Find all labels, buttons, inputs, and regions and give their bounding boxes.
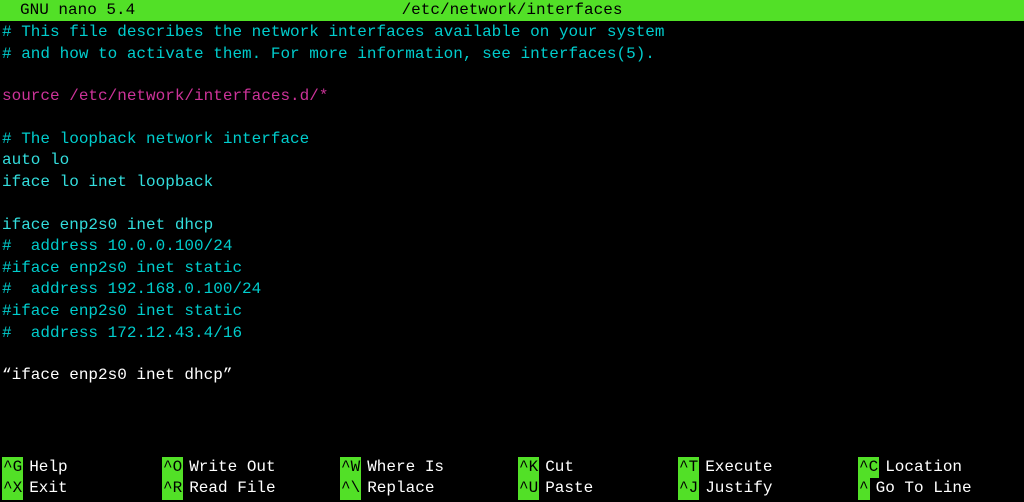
file-line: iface enp2s0 inet dhcp (2, 215, 1024, 237)
file-line: iface lo inet loopback (2, 172, 1024, 194)
shortcut-key: ^W (340, 457, 361, 479)
shortcut-replace[interactable]: ^\Replace (340, 478, 518, 500)
shortcut-key: ^ (858, 478, 870, 500)
file-line: # and how to activate them. For more inf… (2, 44, 1024, 66)
shortcut-label: Paste (539, 478, 593, 500)
shortcut-label: Help (23, 457, 67, 479)
file-line: # This file describes the network interf… (2, 22, 1024, 44)
shortcut-write-out[interactable]: ^OWrite Out (162, 457, 340, 479)
editor-content[interactable]: # This file describes the network interf… (0, 21, 1024, 387)
file-line: # address 10.0.0.100/24 (2, 236, 1024, 258)
shortcut-exit[interactable]: ^XExit (2, 478, 162, 500)
shortcut-paste[interactable]: ^UPaste (518, 478, 678, 500)
shortcut-key: ^X (2, 478, 23, 500)
shortcut-key: ^U (518, 478, 539, 500)
shortcut-help[interactable]: ^GHelp (2, 457, 162, 479)
shortcut-justify[interactable]: ^JJustify (678, 478, 858, 500)
file-line: source /etc/network/interfaces.d/* (2, 86, 1024, 108)
shortcut-where-is[interactable]: ^WWhere Is (340, 457, 518, 479)
shortcut-label: Write Out (183, 457, 275, 479)
file-line (2, 344, 1024, 365)
file-line (2, 194, 1024, 215)
shortcut-label: Location (879, 457, 962, 479)
shortcut-key: ^K (518, 457, 539, 479)
shortcut-key: ^J (678, 478, 699, 500)
file-line: auto lo (2, 150, 1024, 172)
shortcut-label: Justify (699, 478, 772, 500)
file-path: /etc/network/interfaces (402, 0, 623, 21)
shortcut-key: ^O (162, 457, 183, 479)
shortcut-key: ^G (2, 457, 23, 479)
shortcut-key: ^T (678, 457, 699, 479)
shortcut-label: Cut (539, 457, 574, 479)
shortcut-bar: ^GHelp ^OWrite Out ^WWhere Is ^KCut ^TEx… (0, 457, 1024, 500)
shortcut-row-2: ^XExit ^RRead File ^\Replace ^UPaste ^JJ… (2, 478, 1024, 500)
file-line: #iface enp2s0 inet static (2, 258, 1024, 280)
shortcut-key: ^\ (340, 478, 361, 500)
shortcut-cut[interactable]: ^KCut (518, 457, 678, 479)
shortcut-label: Go To Line (870, 478, 972, 500)
shortcut-read-file[interactable]: ^RRead File (162, 478, 340, 500)
file-line: # The loopback network interface (2, 129, 1024, 151)
shortcut-row-1: ^GHelp ^OWrite Out ^WWhere Is ^KCut ^TEx… (2, 457, 1024, 479)
shortcut-label: Execute (699, 457, 772, 479)
shortcut-label: Exit (23, 478, 67, 500)
editor-header: GNU nano 5.4 /etc/network/interfaces (0, 0, 1024, 21)
file-line: “iface enp2s0 inet dhcp” (2, 365, 1024, 387)
shortcut-key: ^R (162, 478, 183, 500)
file-line: # address 192.168.0.100/24 (2, 279, 1024, 301)
file-line (2, 108, 1024, 129)
shortcut-key: ^C (858, 457, 879, 479)
shortcut-location[interactable]: ^CLocation (858, 457, 1018, 479)
shortcut-label: Replace (361, 478, 434, 500)
shortcut-label: Read File (183, 478, 275, 500)
app-name: GNU nano 5.4 (0, 0, 135, 21)
file-line: #iface enp2s0 inet static (2, 301, 1024, 323)
shortcut-label: Where Is (361, 457, 444, 479)
file-line: # address 172.12.43.4/16 (2, 323, 1024, 345)
shortcut-execute[interactable]: ^TExecute (678, 457, 858, 479)
file-line (2, 65, 1024, 86)
shortcut-goto-line[interactable]: ^ Go To Line (858, 478, 1018, 500)
